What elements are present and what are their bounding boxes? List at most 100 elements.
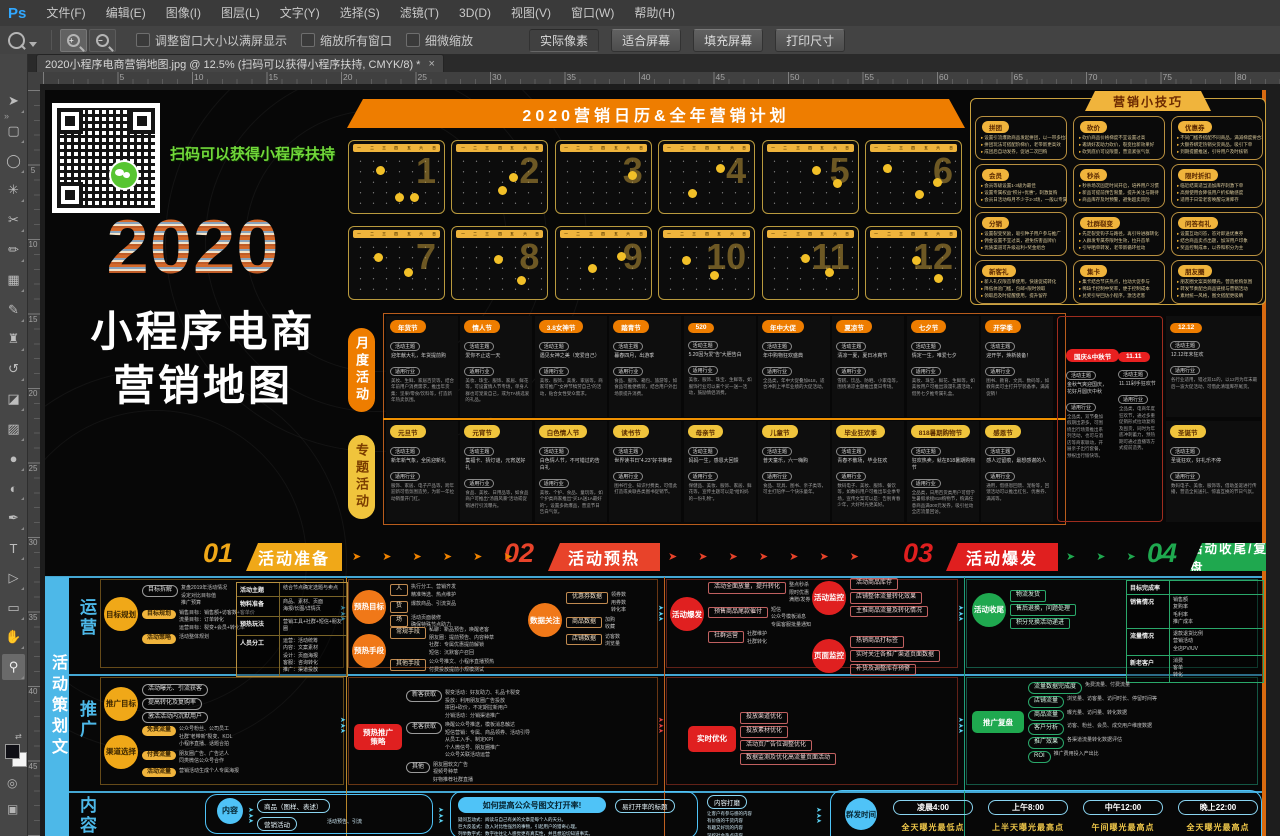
card-tags: 活动主题 — [907, 440, 979, 458]
table-header: 销售情况 — [1127, 595, 1170, 628]
card-title-pill: 母亲节 — [688, 425, 724, 438]
phase-number: 01 — [203, 540, 233, 567]
eyedropper-tool[interactable]: ✏ — [2, 237, 25, 263]
screen-mode-icon[interactable]: ▣ — [7, 802, 18, 816]
polish-line: 有价值的干货内容 — [707, 817, 817, 824]
lasso-tool[interactable]: ◯ — [2, 148, 25, 174]
foreground-color-swatch[interactable] — [5, 744, 20, 759]
document-canvas[interactable]: 扫码可以获得小程序扶持 2020 小程序电商 营销地图 2020营销日历&全年营… — [40, 84, 1280, 836]
leaf-text: 满赠/发券 — [789, 597, 810, 605]
move-tool[interactable]: ➤ — [2, 88, 25, 114]
table-row: 新老客户消费客单转化 — [1127, 655, 1263, 682]
flow-arrows: ➤➤➤ — [958, 718, 964, 735]
menu-item[interactable]: 窗口(W) — [561, 0, 624, 26]
mindmap-branch: 投放素材优化 — [740, 726, 836, 738]
card-theme: 清凉一夏，夏日冰爽节 — [837, 353, 901, 360]
menu-item[interactable]: 选择(S) — [330, 0, 390, 26]
pen-tool[interactable]: ✒ — [2, 505, 25, 531]
branch-pill: 目标规划 — [142, 610, 176, 620]
branch-pill: 流量数据完成度 — [1028, 682, 1082, 694]
path-select-tool[interactable]: ▷ — [2, 565, 25, 591]
card-tags: 活动主题 — [981, 440, 1053, 458]
content-leaf: 活动预告、引流 — [327, 818, 362, 826]
tip-line: ▸优质渠道可升级返利+奖金组合 — [976, 245, 1066, 252]
fit-screen-button[interactable]: 适合屏幕 — [611, 29, 681, 52]
card-title-pill: 读书节 — [613, 425, 649, 438]
zoom-tool-icon[interactable] — [8, 32, 43, 49]
branch-pill: 活动页广告位调整优化 — [740, 740, 812, 752]
fill-screen-button[interactable]: 填充屏幕 — [693, 29, 763, 52]
tab-close-icon[interactable]: × — [428, 58, 434, 70]
type-tool[interactable]: T — [2, 535, 25, 561]
option-checkbox[interactable]: 细微缩放 — [406, 32, 473, 49]
document-tab[interactable]: 2020小程序电商营销地图.jpg @ 12.5% (扫码可以获得小程序扶持, … — [36, 54, 444, 73]
send-time-pill: 中午12:00 — [1083, 800, 1163, 815]
card-industry: 图书、教育、文具、数码等，如教育类可主打开学装备季，满减促销！ — [986, 378, 1050, 398]
mindmap-node: 实时优化 — [688, 726, 736, 752]
card-theme: 普天童乐，六一嗨购 — [763, 458, 827, 465]
content-node: 内容 — [217, 798, 243, 824]
menu-item[interactable]: 文字(Y) — [270, 0, 330, 26]
event-date-dot — [374, 253, 383, 262]
history-brush-tool[interactable]: ↺ — [2, 356, 25, 382]
menu-item[interactable]: 文件(F) — [36, 0, 95, 26]
leaf-text: 好物推荐社群直播 — [433, 777, 473, 785]
branch-pill: 活动全面放量，提升转化 — [708, 582, 786, 594]
menu-item[interactable]: 滤镜(T) — [390, 0, 449, 26]
card-industry: 美妆、服饰、美发、家居等，商家可推广“女神节犒劳自己”的活动，贴合女性受众需求。 — [540, 378, 604, 398]
gradient-tool[interactable]: ▨ — [2, 416, 25, 442]
leaf-text: 裂变活动：好友助力、礼品卡裂变 — [445, 690, 520, 698]
card-theme: 迎开学，焕新装备！ — [986, 353, 1050, 360]
card-industry: 美妆、生鲜、家居百货等，结合年前用户消费需求，推出年货集：坚果/零食/饮料等，打… — [391, 378, 455, 404]
actual-pixels-button[interactable]: 实际像素 — [529, 29, 599, 52]
send-time-desc: 午间曝光最高点 — [1077, 822, 1169, 833]
option-checkbox[interactable]: 缩放所有窗口 — [301, 32, 392, 49]
dodge-tool[interactable]: ◐ — [2, 475, 25, 501]
item: 11.11 — [1114, 345, 1186, 363]
menu-item[interactable]: 3D(D) — [449, 0, 501, 26]
industry-tag: 适用行业 — [613, 367, 643, 376]
leaf-text: 同类微信公众号合作 — [179, 758, 229, 766]
print-size-button[interactable]: 打印尺寸 — [775, 29, 845, 52]
branch-leaves: 整点秒杀限时优惠满赠/发券 — [789, 582, 810, 605]
shape-tool[interactable]: ▭ — [2, 595, 25, 621]
leaf-text: 私聊：新品预告，唤醒老客 — [429, 627, 494, 635]
hand-tool[interactable]: ✋ — [2, 624, 25, 650]
blur-tool[interactable]: ● — [2, 446, 25, 472]
zoom-tool[interactable]: ⚲ — [2, 654, 25, 680]
menu-item[interactable]: 视图(V) — [501, 0, 561, 26]
quick-mask-icon[interactable]: ◎ — [7, 776, 17, 790]
leaf-text: 执行分工、营销齐发 — [411, 584, 456, 592]
card-theme: 妈妈一生，感恩大回馈 — [689, 458, 753, 465]
option-checkbox[interactable]: 调整窗口大小以满屏显示 — [136, 32, 287, 49]
crop-tool[interactable]: ✂ — [2, 207, 25, 233]
flow-arrows: ➤➤➤ — [340, 718, 346, 735]
swap-colors-icon[interactable]: ⇄ — [15, 732, 22, 741]
healing-brush-tool[interactable]: ▦ — [2, 267, 25, 293]
menu-item[interactable]: 编辑(E) — [96, 0, 156, 26]
card-title-pill: 年货节 — [390, 320, 426, 333]
calendar-month-card: 一二三四五六日1 — [348, 140, 445, 214]
monthly-activities-label: 月度活动 — [348, 328, 375, 412]
table-line: 毛利率 — [1173, 612, 1193, 619]
marquee-tool[interactable]: ▢ — [2, 118, 25, 144]
zoom-in-button[interactable]: + — [60, 29, 87, 52]
menu-item[interactable]: 图层(L) — [211, 0, 270, 26]
row-label: 运营 — [74, 598, 99, 638]
menu-item[interactable]: 帮助(H) — [624, 0, 685, 26]
event-date-dot — [509, 173, 518, 182]
eraser-tool[interactable]: ◪ — [2, 386, 25, 412]
magic-wand-tool[interactable]: ✳ — [2, 177, 25, 203]
industry-tag: 适用行业 — [762, 472, 792, 481]
menu-item[interactable]: 图像(I) — [156, 0, 211, 26]
checkbox-box — [136, 33, 150, 47]
clone-stamp-tool[interactable]: ♜ — [2, 326, 25, 352]
brush-tool[interactable]: ✎ — [2, 297, 25, 323]
tip-line: ▸不同门槛券搭配不同商品，满减梯度要合理 — [1172, 135, 1262, 142]
calendar-month-card: 一二三四五六日11 — [762, 226, 859, 300]
zoom-out-button[interactable]: − — [89, 29, 116, 52]
card-theme: 迎年献大礼，年货提前购 — [391, 353, 455, 360]
ruler-number: 40 — [641, 72, 650, 82]
calendar-month-card: 一二三四五六日8 — [451, 226, 548, 300]
checkbox-box — [301, 33, 315, 47]
